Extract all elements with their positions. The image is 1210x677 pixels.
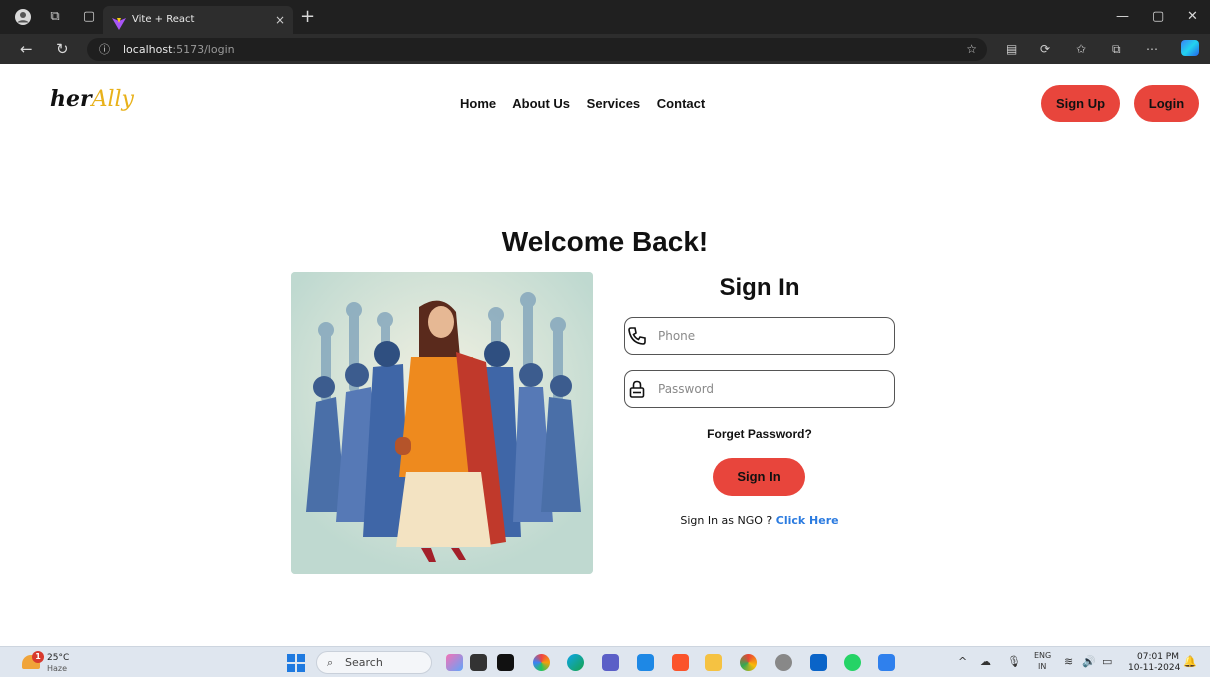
photos-icon[interactable]	[878, 654, 895, 671]
microphone-icon[interactable]: 🎙	[1007, 655, 1021, 668]
extension-icon[interactable]: ⟳	[1040, 42, 1050, 56]
windows-taskbar: 1 25°C Haze ⌕ Search ^ ☁ 🎙 ENG IN ≋ 🔊 ▭ …	[0, 646, 1210, 677]
back-icon[interactable]: ←	[20, 40, 33, 58]
widgets-icon[interactable]	[497, 654, 514, 671]
chatgpt-icon[interactable]	[775, 654, 792, 671]
password-input[interactable]	[658, 379, 883, 399]
ngo-click-here-link[interactable]: Click Here	[776, 514, 839, 527]
phone-input[interactable]	[658, 326, 883, 346]
password-field[interactable]	[624, 370, 895, 408]
copilot-icon[interactable]	[1181, 40, 1199, 56]
clock-date[interactable]: 10-11-2024	[1128, 663, 1180, 673]
address-bar[interactable]: ⓘ localhost:5173/login ☆	[87, 38, 987, 61]
clock-time[interactable]: 07:01 PM	[1137, 652, 1179, 662]
welcome-heading: Welcome Back!	[501, 226, 709, 257]
windows-start-icon[interactable]	[287, 654, 305, 672]
taskbar-search-label: Search	[345, 656, 383, 669]
vscode-icon[interactable]	[637, 654, 654, 671]
nav-contact[interactable]: Contact	[657, 96, 705, 111]
maximize-icon[interactable]: ▢	[1152, 9, 1164, 24]
whatsapp-icon[interactable]	[844, 654, 861, 671]
minimize-icon[interactable]: —	[1116, 9, 1129, 24]
onedrive-icon[interactable]: ☁	[980, 655, 991, 668]
outlook-icon[interactable]	[810, 654, 827, 671]
signin-title: Sign In	[719, 274, 800, 301]
refresh-icon[interactable]: ↻	[56, 40, 69, 58]
nav-services[interactable]: Services	[587, 96, 641, 111]
wifi-icon[interactable]: ≋	[1064, 655, 1073, 668]
women-illustration	[291, 272, 593, 574]
profile-icon[interactable]	[14, 8, 32, 26]
weather-temperature[interactable]: 25°C	[47, 653, 69, 663]
signin-button[interactable]: Sign In	[713, 458, 805, 496]
url-text: localhost:5173/login	[123, 38, 235, 61]
login-button[interactable]: Login	[1134, 85, 1199, 122]
ngo-text: Sign In as NGO ?	[680, 514, 773, 527]
collections-icon[interactable]: ⧉	[1112, 42, 1121, 56]
vite-favicon-icon	[112, 14, 126, 30]
lock-icon	[627, 379, 647, 399]
copilot-app-icon[interactable]	[446, 654, 463, 671]
more-icon[interactable]: ⋯	[1146, 42, 1158, 56]
workspaces-icon[interactable]: ⧉	[46, 8, 64, 26]
color-app-icon[interactable]	[533, 654, 550, 671]
close-window-icon[interactable]: ✕	[1187, 9, 1198, 24]
tab-close-icon[interactable]: ×	[275, 6, 285, 34]
reading-view-icon[interactable]: ▤	[1006, 42, 1017, 56]
nav-about-us[interactable]: About Us	[512, 96, 570, 111]
chrome-icon[interactable]	[740, 654, 757, 671]
teams-icon[interactable]	[602, 654, 619, 671]
favorite-star-icon[interactable]: ☆	[966, 38, 977, 61]
favorites-icon[interactable]: ✩	[1076, 42, 1086, 56]
signup-button[interactable]: Sign Up	[1041, 85, 1120, 122]
logo-her: her	[50, 86, 92, 112]
logo-ally: Ally	[91, 87, 134, 112]
url-host: localhost	[123, 43, 173, 56]
site-info-icon[interactable]: ⓘ	[99, 38, 110, 61]
battery-icon[interactable]: ▭	[1102, 655, 1112, 668]
language-indicator[interactable]: ENG	[1034, 651, 1051, 660]
weather-condition: Haze	[47, 664, 68, 673]
search-icon: ⌕	[327, 656, 334, 669]
tab-actions-icon[interactable]: ▢	[80, 8, 98, 26]
browser-titlebar: ⧉ ▢ Vite + React × + — ▢ ✕	[0, 0, 1210, 34]
weather-badge: 1	[32, 651, 44, 663]
volume-icon[interactable]: 🔊	[1082, 655, 1096, 668]
phone-field[interactable]	[624, 317, 895, 355]
main-nav: Home About Us Services Contact	[460, 96, 718, 111]
tab-title: Vite + React	[132, 14, 195, 25]
notification-bell-icon[interactable]: 🔔	[1183, 655, 1197, 668]
browser-toolbar: ← ↻ ⓘ localhost:5173/login ☆ ▤ ⟳ ✩ ⧉ ⋯	[0, 34, 1210, 64]
nav-home[interactable]: Home	[460, 96, 496, 111]
site-logo[interactable]: herAlly	[50, 86, 134, 112]
phone-icon	[627, 326, 647, 346]
task-view-icon[interactable]	[470, 654, 487, 671]
forget-password-link[interactable]: Forget Password?	[624, 427, 895, 441]
brave-icon[interactable]	[672, 654, 689, 671]
browser-tab[interactable]: Vite + React ×	[103, 6, 293, 34]
edge-icon[interactable]	[567, 654, 584, 671]
region-indicator: IN	[1038, 662, 1047, 671]
url-path: :5173/login	[172, 43, 235, 56]
ngo-signin-row: Sign In as NGO ? Click Here	[624, 514, 895, 527]
new-tab-icon[interactable]: +	[300, 6, 315, 28]
taskbar-search[interactable]: ⌕ Search	[316, 651, 432, 674]
show-hidden-icons-icon[interactable]: ^	[958, 655, 967, 668]
file-explorer-icon[interactable]	[705, 654, 722, 671]
